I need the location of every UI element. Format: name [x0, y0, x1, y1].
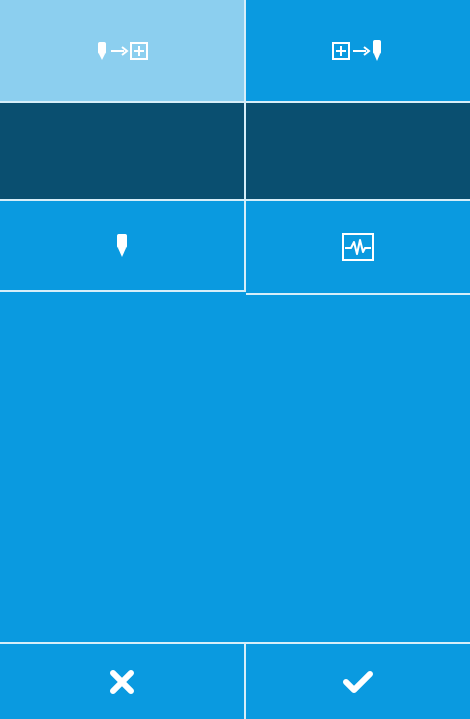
check-icon [342, 669, 374, 695]
close-icon [109, 669, 135, 695]
waveform-monitor-icon [341, 232, 375, 262]
display-panel-left [0, 101, 246, 199]
box-to-needle-icon [328, 39, 388, 63]
cancel-button[interactable] [0, 642, 246, 719]
waveform-button[interactable] [246, 199, 470, 295]
tab-needle-to-box[interactable] [0, 0, 246, 101]
display-panel-right [246, 101, 470, 199]
tab-box-to-needle[interactable] [246, 0, 470, 101]
screen [0, 0, 470, 719]
needle-to-box-icon [92, 40, 152, 62]
confirm-button[interactable] [246, 642, 470, 719]
needle-icon [115, 233, 129, 258]
needle-button[interactable] [0, 199, 246, 292]
